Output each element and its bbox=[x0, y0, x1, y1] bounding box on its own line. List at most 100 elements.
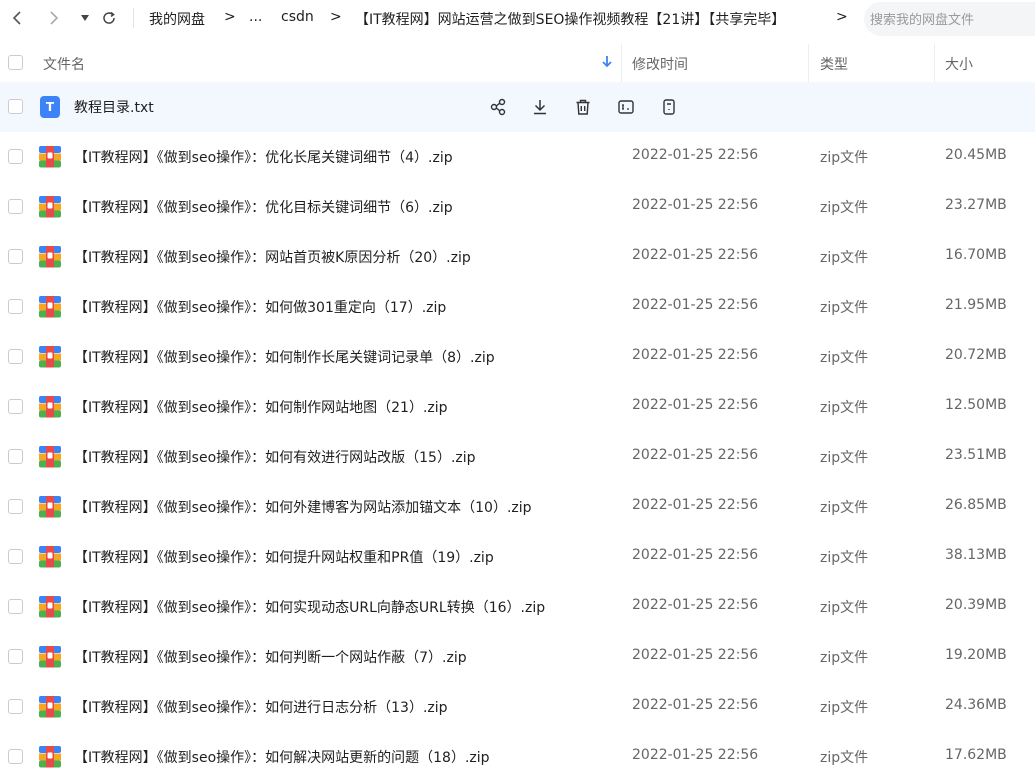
search-input[interactable] bbox=[864, 2, 1032, 38]
row-checkbox[interactable] bbox=[8, 299, 23, 314]
share-icon[interactable] bbox=[487, 96, 509, 118]
file-list-header: 文件名 修改时间 类型 大小 bbox=[0, 44, 1035, 82]
column-header-modified[interactable]: 修改时间 bbox=[632, 54, 688, 74]
table-row[interactable]: 【IT教程网】《做到seo操作》：如何制作网站地图（21）.zip 2022-01… bbox=[0, 382, 1035, 432]
file-type: zip文件 bbox=[820, 300, 869, 316]
table-row[interactable]: 【IT教程网】《做到seo操作》：如何做301重定向（17）.zip 2022-0… bbox=[0, 282, 1035, 332]
breadcrumb-ellipsis[interactable]: ... bbox=[249, 9, 262, 25]
row-checkbox[interactable] bbox=[8, 749, 23, 764]
zip-file-icon bbox=[38, 295, 62, 319]
row-checkbox[interactable] bbox=[8, 349, 23, 364]
row-checkbox[interactable] bbox=[8, 649, 23, 664]
toolbar-divider bbox=[133, 8, 134, 28]
table-row[interactable]: 【IT教程网】《做到seo操作》：如何判断一个网站作蔽（7）.zip 2022-0… bbox=[0, 632, 1035, 682]
download-icon[interactable] bbox=[529, 96, 551, 118]
file-modified-time: 2022-01-25 22:56 bbox=[632, 447, 759, 463]
back-icon[interactable] bbox=[6, 6, 28, 30]
file-type: zip文件 bbox=[820, 650, 869, 666]
more-icon[interactable] bbox=[658, 96, 680, 118]
column-header-type[interactable]: 类型 bbox=[820, 54, 848, 74]
table-row[interactable]: 【IT教程网】《做到seo操作》：优化长尾关键词细节（4）.zip 2022-01… bbox=[0, 132, 1035, 182]
file-size: 17.62MB bbox=[945, 747, 1007, 763]
zip-file-icon bbox=[38, 445, 62, 469]
row-actions bbox=[487, 96, 687, 118]
file-modified-time: 2022-01-25 22:56 bbox=[632, 297, 759, 313]
row-checkbox[interactable] bbox=[8, 399, 23, 414]
file-type: zip文件 bbox=[820, 750, 869, 766]
rename-icon[interactable] bbox=[615, 96, 637, 118]
file-name[interactable]: 【IT教程网】《做到seo操作》：优化目标关键词细节（6）.zip bbox=[74, 197, 453, 217]
file-name[interactable]: 教程目录.txt bbox=[74, 97, 154, 117]
row-checkbox[interactable] bbox=[8, 99, 23, 114]
zip-file-icon bbox=[38, 395, 62, 419]
file-type: zip文件 bbox=[820, 150, 869, 166]
file-name[interactable]: 【IT教程网】《做到seo操作》：优化长尾关键词细节（4）.zip bbox=[74, 147, 453, 167]
file-name[interactable]: 【IT教程网】《做到seo操作》：如何实现动态URL向静态URL转换（16）.z… bbox=[74, 597, 545, 617]
file-size: 26.85MB bbox=[945, 497, 1007, 513]
file-modified-time: 2022-01-25 22:56 bbox=[632, 197, 759, 213]
file-name[interactable]: 【IT教程网】《做到seo操作》：如何判断一个网站作蔽（7）.zip bbox=[74, 647, 467, 667]
file-name[interactable]: 【IT教程网】《做到seo操作》：如何解决网站更新的问题（18）.zip bbox=[74, 747, 490, 767]
file-modified-time: 2022-01-25 22:56 bbox=[632, 697, 759, 713]
row-checkbox[interactable] bbox=[8, 499, 23, 514]
sort-desc-icon[interactable] bbox=[602, 56, 612, 68]
column-header-name[interactable]: 文件名 bbox=[43, 54, 85, 74]
top-toolbar: 我的网盘 > ... csdn > 【IT教程网】网站运营之做到SEO操作视频教… bbox=[0, 0, 1035, 38]
file-type: zip文件 bbox=[820, 500, 869, 516]
file-name[interactable]: 【IT教程网】《做到seo操作》：如何制作长尾关键词记录单（8）.zip bbox=[74, 347, 495, 367]
file-type: zip文件 bbox=[820, 200, 869, 216]
file-name[interactable]: 【IT教程网】《做到seo操作》：如何制作网站地图（21）.zip bbox=[74, 397, 448, 417]
row-checkbox[interactable] bbox=[8, 699, 23, 714]
table-row[interactable]: 【IT教程网】《做到seo操作》：如何有效进行网站改版（15）.zip 2022-… bbox=[0, 432, 1035, 482]
history-dropdown-icon[interactable] bbox=[74, 6, 96, 30]
table-row[interactable]: 【IT教程网】《做到seo操作》：如何提升网站权重和PR值（19）.zip 202… bbox=[0, 532, 1035, 582]
column-divider bbox=[808, 44, 809, 82]
file-modified-time: 2022-01-25 22:56 bbox=[632, 647, 759, 663]
breadcrumb-csdn[interactable]: csdn bbox=[281, 9, 314, 25]
file-size: 20.39MB bbox=[945, 597, 1007, 613]
file-name[interactable]: 【IT教程网】《做到seo操作》：如何提升网站权重和PR值（19）.zip bbox=[74, 547, 494, 567]
row-checkbox[interactable] bbox=[8, 249, 23, 264]
table-row[interactable]: 【IT教程网】《做到seo操作》：如何实现动态URL向静态URL转换（16）.z… bbox=[0, 582, 1035, 632]
select-all-checkbox[interactable] bbox=[8, 55, 23, 70]
table-row[interactable]: 【IT教程网】《做到seo操作》：如何进行日志分析（13）.zip 2022-01… bbox=[0, 682, 1035, 732]
breadcrumb-more-arrow[interactable]: > bbox=[836, 9, 848, 25]
zip-file-icon bbox=[38, 145, 62, 169]
column-header-size[interactable]: 大小 bbox=[945, 54, 973, 74]
zip-file-icon bbox=[38, 245, 62, 269]
file-modified-time: 2022-01-25 22:56 bbox=[632, 747, 759, 763]
file-name[interactable]: 【IT教程网】《做到seo操作》：如何进行日志分析（13）.zip bbox=[74, 697, 448, 717]
table-row[interactable]: T 教程目录.txt bbox=[0, 82, 1035, 132]
file-modified-time: 2022-01-25 22:56 bbox=[632, 397, 759, 413]
row-checkbox[interactable] bbox=[8, 449, 23, 464]
breadcrumb-current-folder: 【IT教程网】网站运营之做到SEO操作视频教程【21讲】【共享完毕】 bbox=[355, 12, 786, 28]
breadcrumb-separator: > bbox=[330, 9, 342, 25]
file-size: 24.36MB bbox=[945, 697, 1007, 713]
row-checkbox[interactable] bbox=[8, 149, 23, 164]
table-row[interactable]: 【IT教程网】《做到seo操作》：如何外建博客为网站添加锚文本（10）.zip 2… bbox=[0, 482, 1035, 532]
file-type: zip文件 bbox=[820, 700, 869, 716]
table-row[interactable]: 【IT教程网】《做到seo操作》：如何解决网站更新的问题（18）.zip 2022… bbox=[0, 732, 1035, 782]
file-size: 23.51MB bbox=[945, 447, 1007, 463]
row-checkbox[interactable] bbox=[8, 549, 23, 564]
file-name[interactable]: 【IT教程网】《做到seo操作》：如何外建博客为网站添加锚文本（10）.zip bbox=[74, 497, 532, 517]
txt-file-icon: T bbox=[40, 96, 60, 118]
file-name[interactable]: 【IT教程网】《做到seo操作》：网站首页被K原因分析（20）.zip bbox=[74, 247, 471, 267]
file-name[interactable]: 【IT教程网】《做到seo操作》：如何做301重定向（17）.zip bbox=[74, 297, 446, 317]
zip-file-icon bbox=[38, 495, 62, 519]
zip-file-icon bbox=[38, 595, 62, 619]
zip-file-icon bbox=[38, 345, 62, 369]
file-modified-time: 2022-01-25 22:56 bbox=[632, 247, 759, 263]
file-name[interactable]: 【IT教程网】《做到seo操作》：如何有效进行网站改版（15）.zip bbox=[74, 447, 476, 467]
table-row[interactable]: 【IT教程网】《做到seo操作》：如何制作长尾关键词记录单（8）.zip 2022… bbox=[0, 332, 1035, 382]
forward-icon[interactable] bbox=[43, 6, 65, 30]
row-checkbox[interactable] bbox=[8, 199, 23, 214]
table-row[interactable]: 【IT教程网】《做到seo操作》：优化目标关键词细节（6）.zip 2022-01… bbox=[0, 182, 1035, 232]
refresh-icon[interactable] bbox=[98, 6, 120, 30]
file-type: zip文件 bbox=[820, 350, 869, 366]
breadcrumb-my-disk[interactable]: 我的网盘 bbox=[149, 9, 205, 29]
row-checkbox[interactable] bbox=[8, 599, 23, 614]
column-divider bbox=[934, 44, 935, 82]
delete-icon[interactable] bbox=[572, 96, 594, 118]
table-row[interactable]: 【IT教程网】《做到seo操作》：网站首页被K原因分析（20）.zip 2022-… bbox=[0, 232, 1035, 282]
